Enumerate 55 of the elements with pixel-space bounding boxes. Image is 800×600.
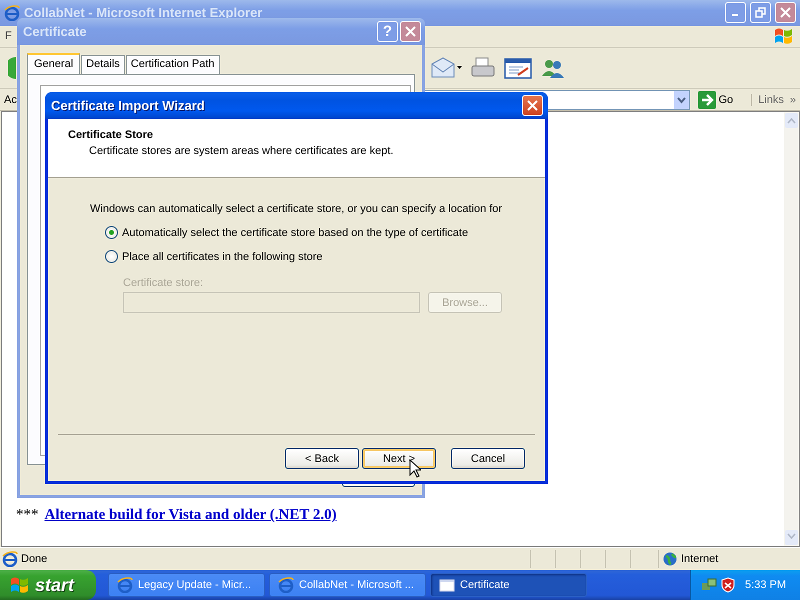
windows-logo-icon xyxy=(773,26,795,46)
step-heading: Certificate Store xyxy=(68,129,154,141)
globe-icon xyxy=(663,552,677,566)
field-label: Certificate store: xyxy=(123,277,204,289)
window-icon xyxy=(439,578,455,592)
dialog-title: Certificate xyxy=(23,24,88,39)
radio-button[interactable] xyxy=(105,250,118,263)
close-button[interactable] xyxy=(522,95,543,116)
restore-button[interactable] xyxy=(750,2,771,24)
tab[interactable]: Details xyxy=(81,55,125,74)
minimize-button[interactable] xyxy=(725,2,746,24)
clock: 5:33 PM xyxy=(745,579,787,591)
browser-icon xyxy=(278,577,294,593)
zone-text: Internet xyxy=(681,553,718,566)
address-label: Ac xyxy=(4,94,17,106)
close-button[interactable] xyxy=(775,2,796,24)
status-text: Done xyxy=(21,553,48,566)
browser-icon xyxy=(4,4,20,21)
close-icon xyxy=(780,7,791,18)
dropdown-icon[interactable] xyxy=(674,90,688,108)
pointer-icon xyxy=(409,459,421,478)
browser-icon xyxy=(117,577,133,593)
bullet-text: *** xyxy=(16,507,38,524)
wizard-button[interactable]: < Back xyxy=(285,448,359,469)
windows-logo-icon xyxy=(10,576,30,594)
restore-icon xyxy=(755,7,766,18)
radio-button[interactable] xyxy=(105,226,118,239)
start-button[interactable]: start xyxy=(0,570,96,600)
download-link[interactable]: Alternate build for Vista and older (.NET 2.0) xyxy=(44,507,337,524)
taskbar-button[interactable]: CollabNet - Microsoft ... xyxy=(269,573,426,597)
links-button[interactable]: Links xyxy=(758,94,784,106)
chevron-button[interactable]: » xyxy=(790,94,796,106)
option-label[interactable]: Place all certificates in the following store xyxy=(122,250,323,262)
network-icon[interactable] xyxy=(701,577,717,593)
taskbar-button[interactable]: Certificate xyxy=(430,573,587,597)
mail-icon[interactable] xyxy=(430,56,462,80)
close-icon xyxy=(405,26,416,37)
go-button[interactable]: Go xyxy=(694,90,748,108)
tab[interactable]: General xyxy=(27,53,80,74)
wizard-title: Certificate Import Wizard xyxy=(51,98,206,113)
menu-item[interactable]: F xyxy=(5,30,12,42)
page-icon xyxy=(2,551,18,568)
go-arrow-icon xyxy=(698,90,716,108)
option-label[interactable]: Automatically select the certificate store based on the type of certificate xyxy=(122,226,468,238)
step-description: Certificate stores are system areas where certificates are kept. xyxy=(88,145,394,157)
intro-text: Windows can automatically select a certificate store, or you can specify a location for xyxy=(90,203,503,215)
close-icon xyxy=(527,100,538,111)
tab[interactable]: Certification Path xyxy=(126,55,220,74)
back-icon[interactable] xyxy=(8,56,16,79)
taskbar-button[interactable]: Legacy Update - Micr... xyxy=(108,573,265,597)
shield-icon[interactable] xyxy=(721,577,735,593)
window-title: CollabNet - Microsoft Internet Explorer xyxy=(24,5,264,20)
wizard-button[interactable]: Cancel xyxy=(451,448,525,469)
edit-icon[interactable] xyxy=(504,56,532,80)
close-button[interactable] xyxy=(400,21,421,42)
